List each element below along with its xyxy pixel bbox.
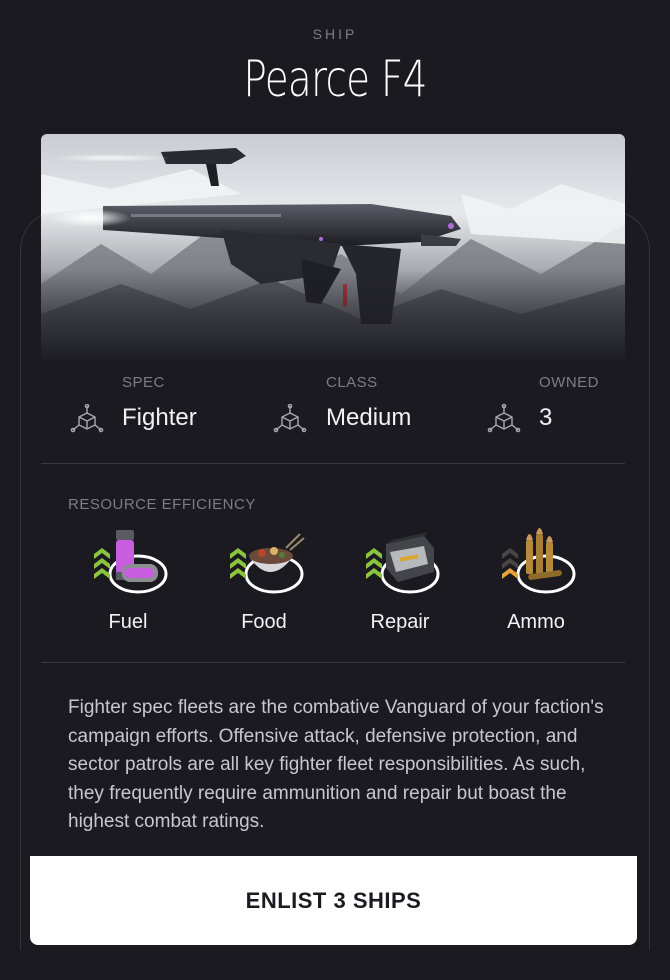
resource-name: Ammo (507, 611, 565, 633)
resource-fuel: Fuel (68, 526, 188, 636)
stat-value: Fighter (122, 404, 197, 431)
ship-description: Fighter spec fleets are the combative Va… (68, 697, 604, 832)
cube-nodes-icon (487, 404, 521, 433)
resource-food: Food (204, 526, 324, 636)
food-bowl-icon (230, 533, 305, 594)
enlist-ships-button[interactable]: ENLIST 3 SHIPS (30, 856, 637, 945)
resource-name: Repair (370, 611, 430, 633)
ammo-bullets-icon (502, 528, 576, 594)
resource-name: Food (241, 611, 287, 633)
efficiency-arrows (230, 548, 246, 579)
stat-label: OWNED (539, 374, 599, 391)
divider (41, 662, 625, 663)
cube-nodes-icon (273, 404, 307, 433)
efficiency-arrows (366, 548, 382, 579)
resource-ammo: Ammo (476, 526, 596, 636)
page-eyebrow: SHIP (312, 26, 358, 42)
stat-label: CLASS (326, 374, 378, 391)
page-title: Pearce F4 (243, 50, 427, 108)
stat-value: 3 (539, 404, 553, 431)
efficiency-arrows (94, 548, 110, 579)
ship-hero-image (41, 134, 625, 360)
ship-stats: SPEC Fighter CLASS Medium OWNED 3 (41, 370, 625, 450)
divider (41, 463, 625, 464)
repair-kit-icon (366, 532, 440, 594)
stat-label: SPEC (122, 374, 165, 391)
cube-nodes-icon (70, 404, 104, 433)
resource-name: Fuel (108, 611, 148, 633)
resource-repair: Repair (340, 526, 460, 636)
stat-value: Medium (326, 404, 412, 431)
fuel-canister-icon (94, 530, 168, 594)
resource-efficiency-label: RESOURCE EFFICIENCY (68, 496, 256, 513)
efficiency-arrows (502, 548, 518, 579)
